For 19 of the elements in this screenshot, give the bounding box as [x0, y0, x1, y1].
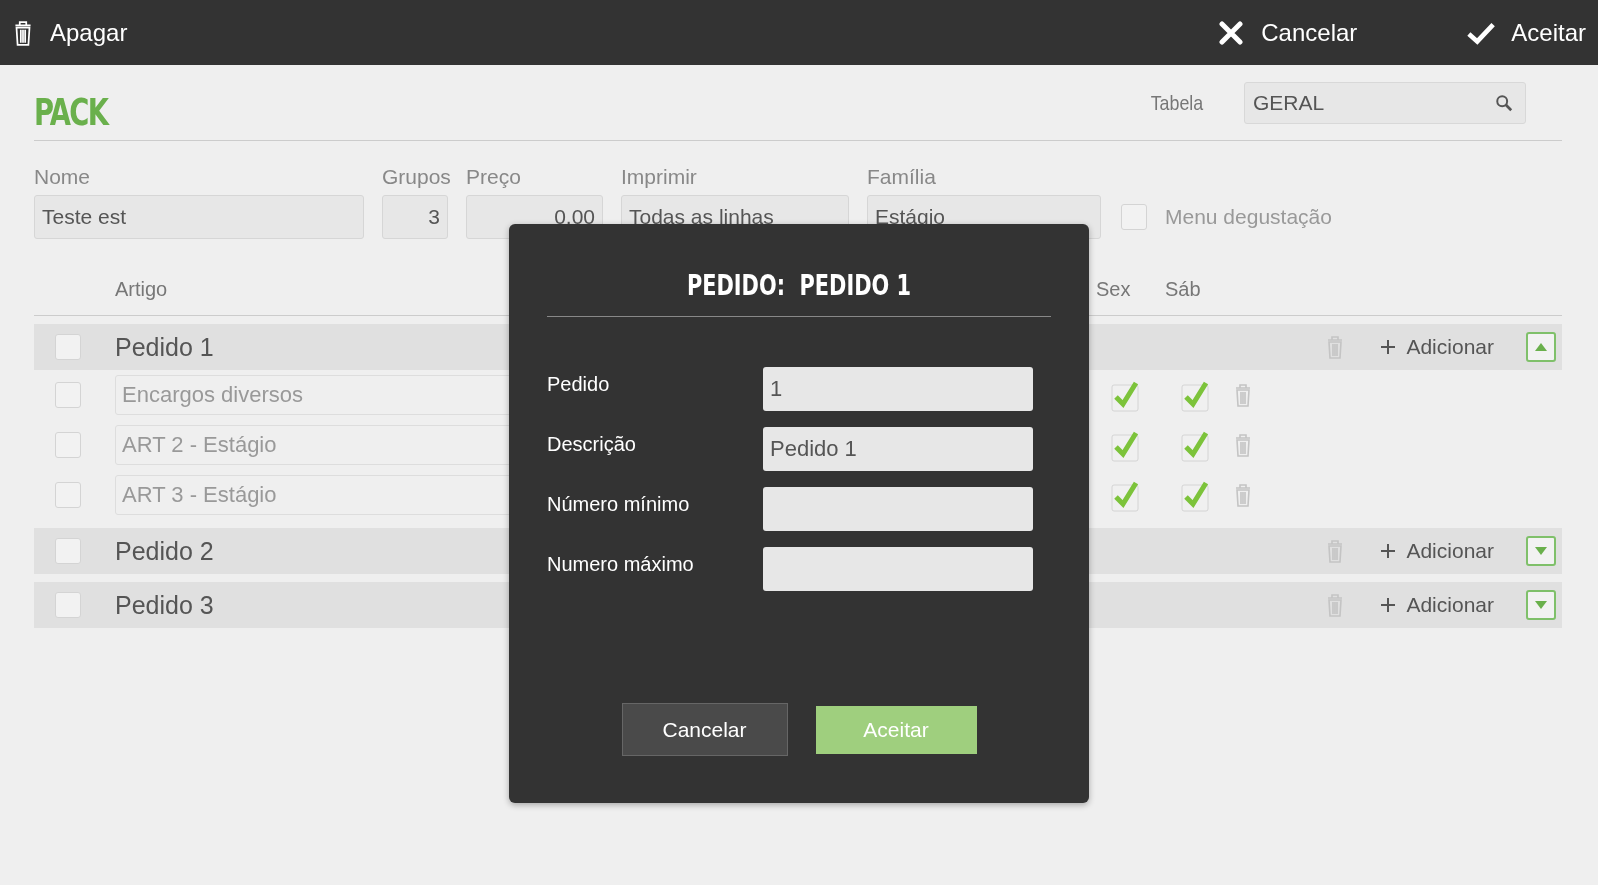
- checkbox-label: Menu degustação: [1165, 205, 1332, 229]
- page-title: PACK: [34, 89, 108, 134]
- field-label: Imprimir: [621, 165, 698, 189]
- field-label: Família: [867, 165, 937, 189]
- group-name: Pedido 2: [115, 536, 214, 566]
- field-label: Preço: [466, 165, 522, 189]
- field-label: Grupos: [382, 165, 448, 189]
- column-header: Artigo: [115, 278, 168, 301]
- field-label: Número mínimo: [547, 492, 691, 516]
- column-header: Sex: [1096, 278, 1131, 301]
- table-label: Tabela: [1150, 90, 1204, 115]
- field-label: Descrição: [547, 432, 637, 456]
- group-name: Pedido 3: [115, 590, 214, 620]
- field-label: Pedido: [547, 372, 611, 396]
- column-header: Sáb: [1165, 278, 1201, 301]
- dialog-title: PEDIDO: PEDIDO 1: [685, 268, 913, 302]
- field-label: Nome: [34, 165, 92, 189]
- group-name: Pedido 1: [115, 332, 214, 362]
- field-label: Numero máximo: [547, 552, 695, 576]
